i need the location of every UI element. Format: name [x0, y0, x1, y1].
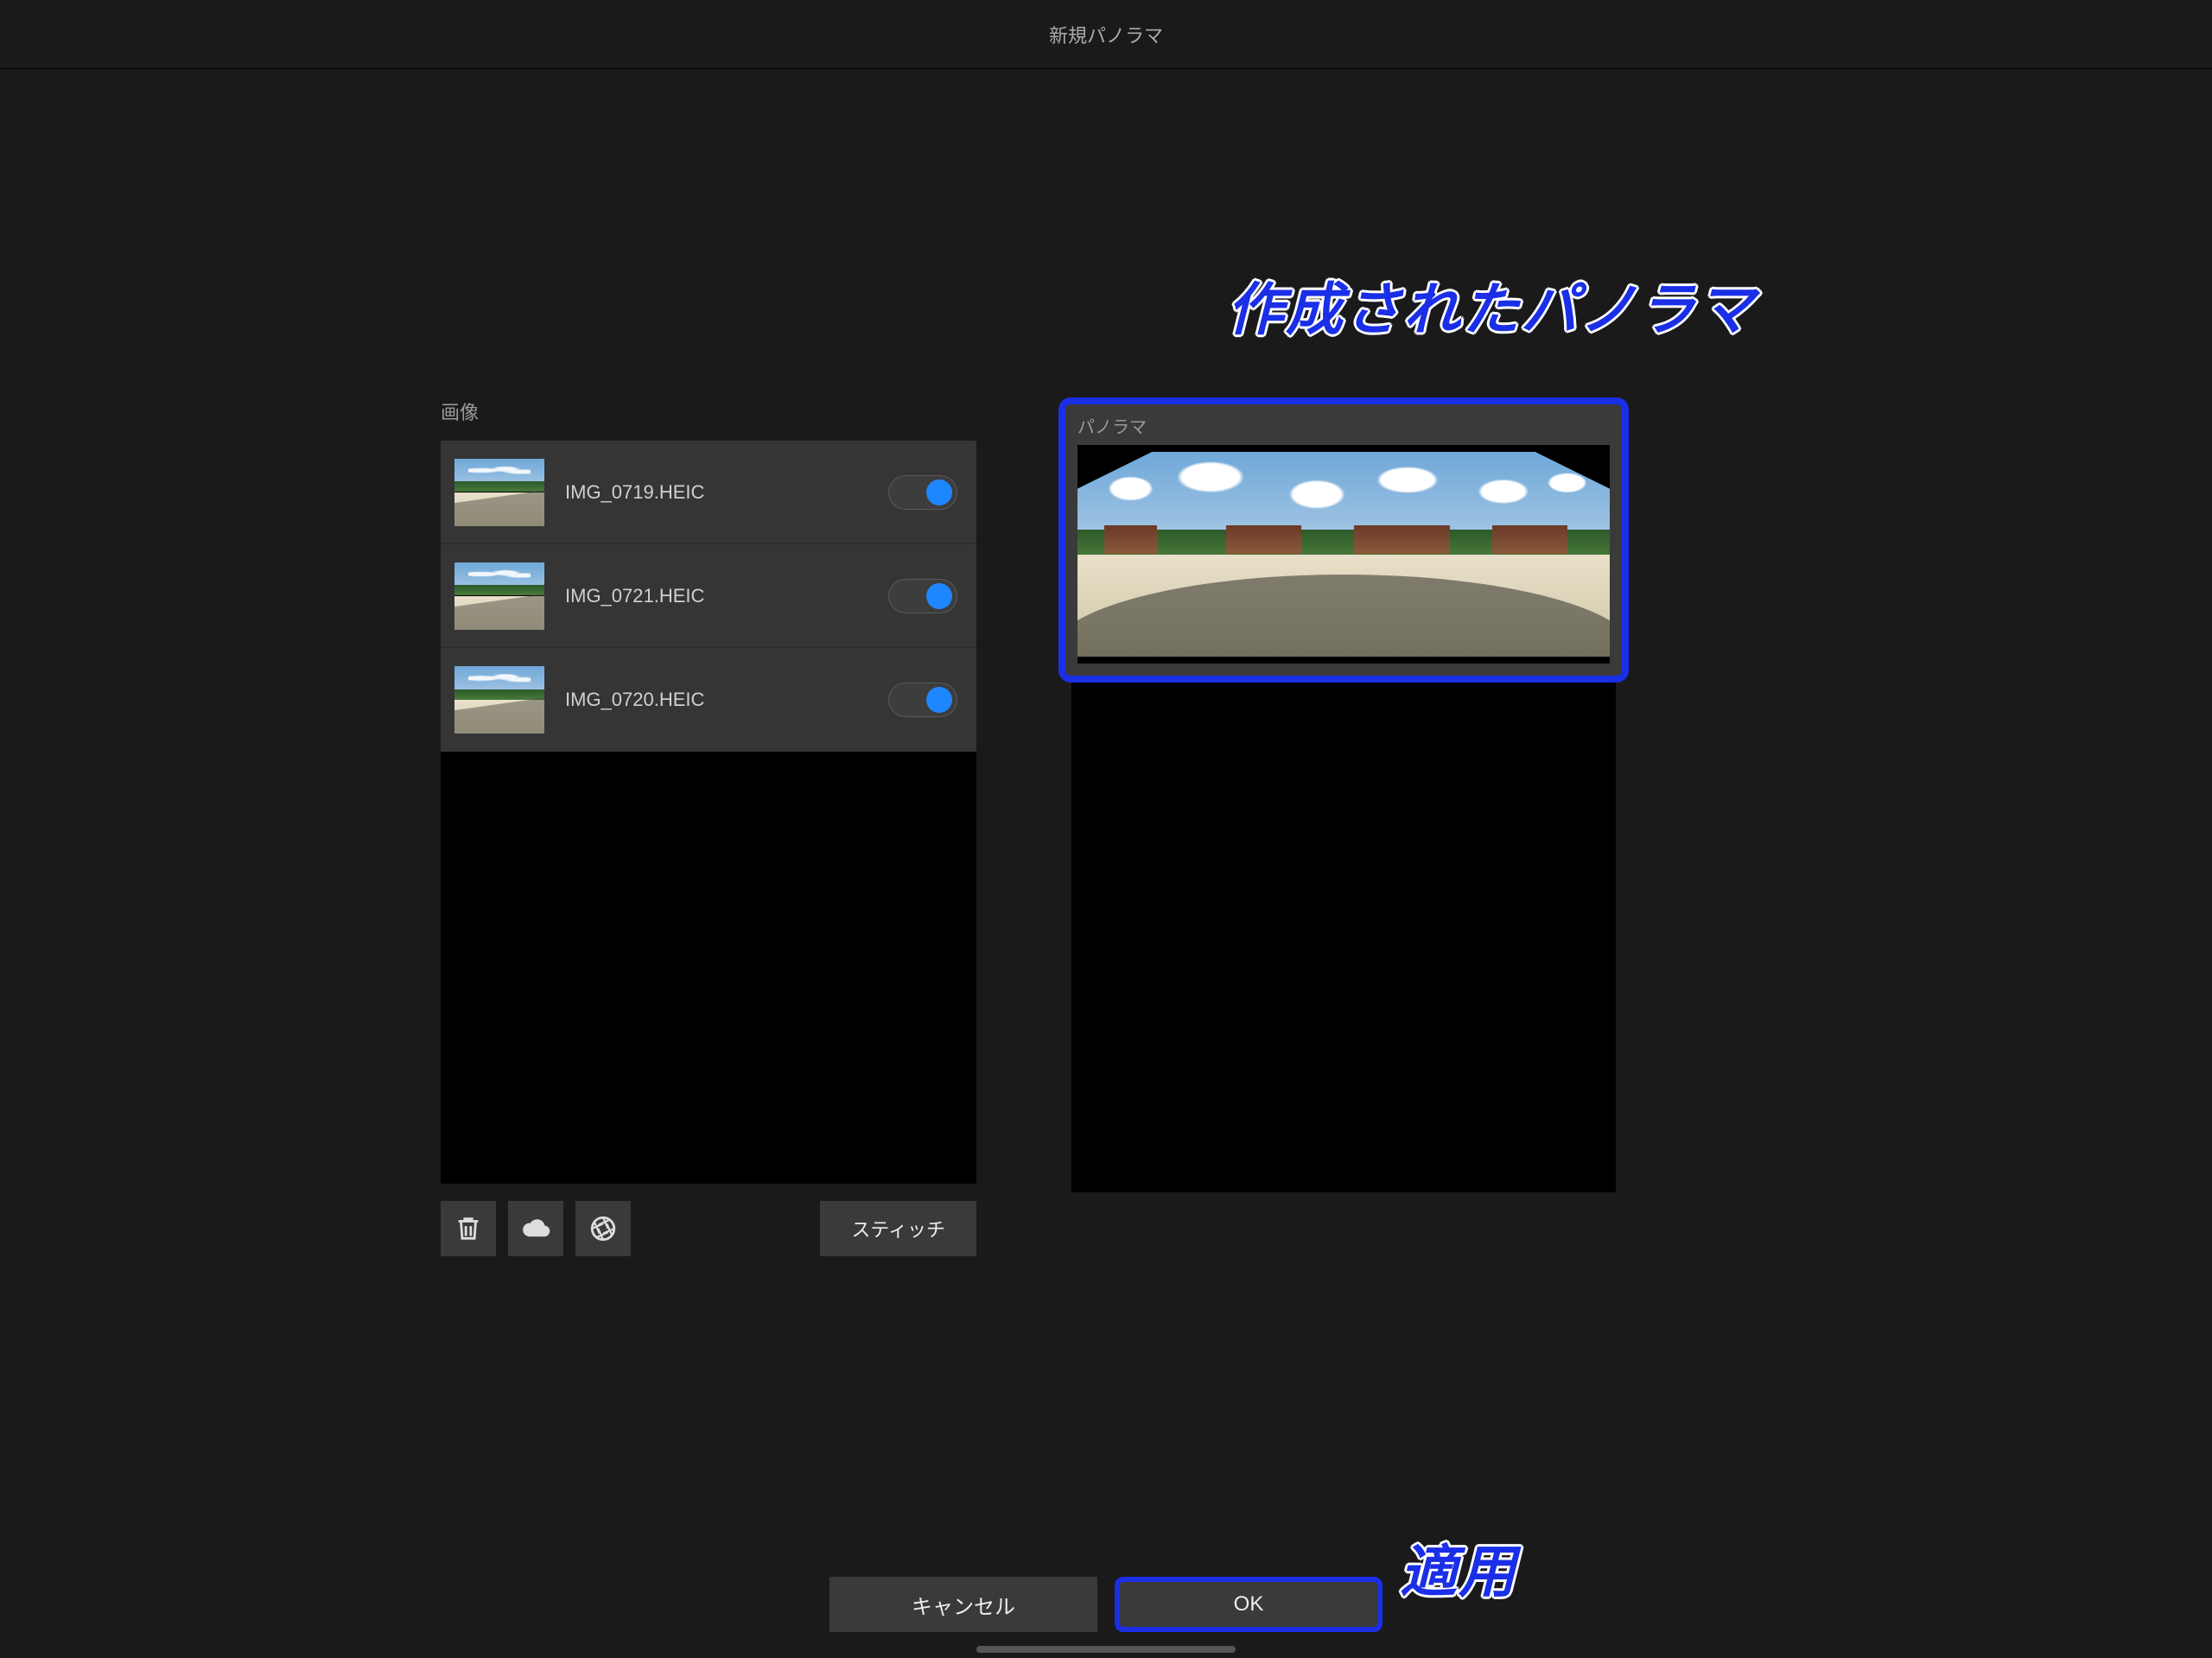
trash-icon: [454, 1214, 483, 1243]
image-list: IMG_0719.HEIC IMG_0721.HEIC IMG_0720.HEI…: [441, 441, 976, 752]
cloud-button[interactable]: [508, 1201, 563, 1256]
stitch-button[interactable]: スティッチ: [820, 1201, 976, 1256]
image-thumbnail: [454, 562, 544, 630]
panorama-panel: パノラマ: [1058, 397, 1629, 1192]
image-filename: IMG_0720.HEIC: [565, 689, 888, 711]
panorama-heading: パノラマ: [1077, 413, 1610, 438]
image-row[interactable]: IMG_0720.HEIC: [441, 648, 976, 752]
images-panel: 画像 IMG_0719.HEIC IMG_0721.HEIC: [441, 397, 976, 1256]
image-enable-toggle[interactable]: [888, 475, 957, 510]
images-toolbar: スティッチ: [441, 1201, 976, 1256]
image-row[interactable]: IMG_0721.HEIC: [441, 544, 976, 648]
images-heading: 画像: [441, 397, 976, 425]
annotation-created-panorama: 作成されたパノラマ: [1227, 264, 1756, 346]
delete-button[interactable]: [441, 1201, 496, 1256]
dialog-footer: キャンセル OK: [0, 1577, 2212, 1632]
home-indicator: [976, 1646, 1236, 1653]
image-row[interactable]: IMG_0719.HEIC: [441, 441, 976, 544]
panorama-preview-highlight: パノラマ: [1058, 397, 1629, 683]
panorama-empty-area: [1071, 683, 1616, 1192]
panorama-dialog: 新規パノラマ 作成されたパノラマ 画像 IMG_0719.HEIC: [0, 0, 2212, 1658]
cloud-icon: [521, 1214, 550, 1243]
settings-button[interactable]: [575, 1201, 631, 1256]
content-area: 作成されたパノラマ 画像 IMG_0719.HEIC IMG_0721.HEIC: [0, 69, 2212, 1658]
panorama-preview[interactable]: [1077, 445, 1610, 664]
ok-button-label: OK: [1234, 1592, 1264, 1617]
stitch-button-label: スティッチ: [851, 1215, 945, 1242]
image-thumbnail: [454, 459, 544, 526]
dialog-title: 新規パノラマ: [1049, 21, 1163, 48]
image-enable-toggle[interactable]: [888, 579, 957, 613]
image-enable-toggle[interactable]: [888, 683, 957, 717]
image-thumbnail: [454, 666, 544, 734]
aperture-icon: [588, 1214, 618, 1243]
image-list-empty-area: [441, 752, 976, 1184]
cancel-button[interactable]: キャンセル: [830, 1577, 1097, 1632]
cancel-button-label: キャンセル: [912, 1590, 1015, 1620]
title-bar: 新規パノラマ: [0, 0, 2212, 69]
panorama-image: [1077, 452, 1610, 657]
ok-button[interactable]: OK: [1115, 1577, 1382, 1632]
image-filename: IMG_0721.HEIC: [565, 585, 888, 607]
image-filename: IMG_0719.HEIC: [565, 481, 888, 504]
